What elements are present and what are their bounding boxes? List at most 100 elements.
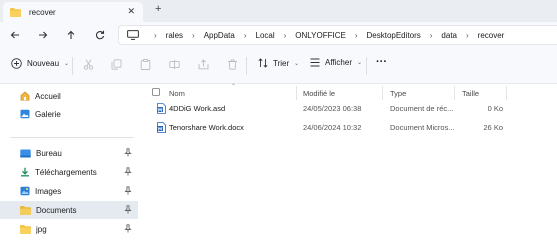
breadcrumb-item[interactable]: recover [478,31,505,40]
more-options-button[interactable]: ··· [376,56,387,68]
view-button[interactable]: Afficher ⌄ [310,58,362,67]
breadcrumb-item[interactable]: Local [256,31,275,40]
select-all-checkbox[interactable] [152,88,160,96]
images-icon [20,186,30,196]
pin-icon[interactable] [124,186,132,195]
chevron-right-icon: › [192,30,195,40]
delete-icon[interactable] [227,59,238,70]
arrow-up-icon [67,30,75,39]
folder-icon [20,224,31,234]
sort-icon [258,58,268,68]
tab-recover[interactable]: recover ✕ [3,2,143,22]
pin-icon[interactable] [124,167,132,176]
breadcrumb-item[interactable]: ONLYOFFICE [295,31,346,40]
column-divider[interactable] [382,86,383,100]
column-divider[interactable] [506,86,507,100]
sidebar-item-bureau[interactable]: Bureau [0,144,138,162]
cut-icon[interactable] [83,59,94,70]
breadcrumb-item[interactable]: rales [166,31,183,40]
up-button[interactable] [63,27,79,43]
navigation-pane: Accueil Galerie Bureau Téléchargements I… [0,84,138,242]
chevron-down-icon: ⌄ [64,61,70,67]
arrow-left-icon [10,31,19,39]
share-icon[interactable] [198,59,209,70]
sidebar-item-label: Accueil [35,91,61,101]
breadcrumb-item[interactable]: AppData [204,31,235,40]
sidebar-item-label: Bureau [36,148,62,158]
word-file-icon [157,122,166,133]
home-icon [20,91,30,101]
file-type: Document Micros... [390,123,455,132]
plus-circle-icon [11,58,22,69]
paste-icon[interactable] [140,59,151,70]
gallery-icon [20,109,30,119]
rename-icon[interactable] [169,59,180,70]
column-header-name[interactable]: Nom [169,86,185,100]
view-icon [310,58,320,67]
chevron-down-icon: ⌄ [294,60,300,67]
file-name: Tenorshare Work.docx [169,123,244,132]
close-tab-icon[interactable]: ✕ [127,6,135,17]
file-name: 4DDiG Work.asd [169,104,226,113]
sidebar-divider [10,137,134,138]
sidebar-item-label: Documents [36,205,77,215]
sidebar-item-jpg[interactable]: jpg [0,220,138,238]
tab-title: recover [29,7,56,17]
column-header-modified[interactable]: Modifié le [303,86,335,100]
view-button-label: Afficher [325,58,352,67]
sidebar-item-galerie[interactable]: Galerie [0,105,138,123]
sidebar-item-telechargements[interactable]: Téléchargements [0,163,138,181]
sidebar-item-images[interactable]: Images [0,182,138,200]
sidebar-item-label: Téléchargements [35,167,97,177]
new-tab-button[interactable]: + [155,3,161,15]
command-bar: Nouveau ⌄ Trier ⌄ Afficher ⌄ ··· [0,48,557,84]
chevron-right-icon: › [429,30,433,40]
sidebar-item-label: Galerie [35,109,61,119]
chevron-right-icon: › [154,30,157,40]
arrow-right-icon [39,31,48,39]
pin-icon[interactable] [124,224,132,233]
chevron-right-icon: › [243,30,247,40]
forward-button[interactable] [35,27,51,43]
column-header-type[interactable]: Type [390,86,406,100]
refresh-button[interactable] [92,27,108,43]
computer-icon [127,30,139,40]
file-modified: 24/05/2023 06:38 [303,104,362,113]
pin-icon[interactable] [124,148,132,157]
file-modified: 24/06/2024 10:32 [303,123,362,132]
chevron-down-icon: ⌄ [356,60,363,66]
download-icon [21,167,29,177]
file-list: ⌃ Nom Modifié le Type Taille 4DDiG Work.… [138,84,557,242]
folder-icon [10,7,21,17]
breadcrumb-item[interactable]: DesktopEditors [367,31,421,40]
desktop-folder-icon [20,149,31,157]
pin-icon[interactable] [124,205,132,214]
chevron-right-icon: › [466,30,469,40]
column-header-size[interactable]: Taille [462,86,479,100]
back-button[interactable] [7,27,23,43]
chevron-right-icon: › [354,30,358,40]
breadcrumb: › rales › AppData › Local › ONLYOFFICE ›… [145,31,504,40]
column-divider[interactable] [296,86,297,100]
file-row[interactable]: 4DDiG Work.asd 24/05/2023 06:38 Document… [138,101,557,117]
new-button[interactable]: Nouveau ⌄ [11,58,69,69]
navigation-bar: › rales › AppData › Local › ONLYOFFICE ›… [0,22,557,48]
sort-button[interactable]: Trier ⌄ [258,58,299,68]
sort-button-label: Trier [273,58,290,68]
sidebar-item-label: jpg [36,224,47,234]
chevron-right-icon: › [283,30,287,40]
sort-chevron-icon: ⌃ [231,84,237,90]
breadcrumb-item[interactable]: data [441,31,457,40]
sidebar-item-label: Images [35,186,62,196]
file-row[interactable]: Tenorshare Work.docx 24/06/2024 10:32 Do… [138,120,557,136]
documents-icon [20,205,31,215]
sidebar-item-accueil[interactable]: Accueil [0,87,138,105]
toolbar-divider [72,57,73,75]
toolbar-divider [246,57,247,75]
file-type: Document de réc... [390,104,454,113]
copy-icon[interactable] [111,59,122,70]
address-bar[interactable]: › rales › AppData › Local › ONLYOFFICE ›… [118,25,557,45]
sidebar-item-documents[interactable]: Documents [0,201,138,219]
toolbar-divider [366,57,367,75]
column-divider[interactable] [454,86,455,100]
